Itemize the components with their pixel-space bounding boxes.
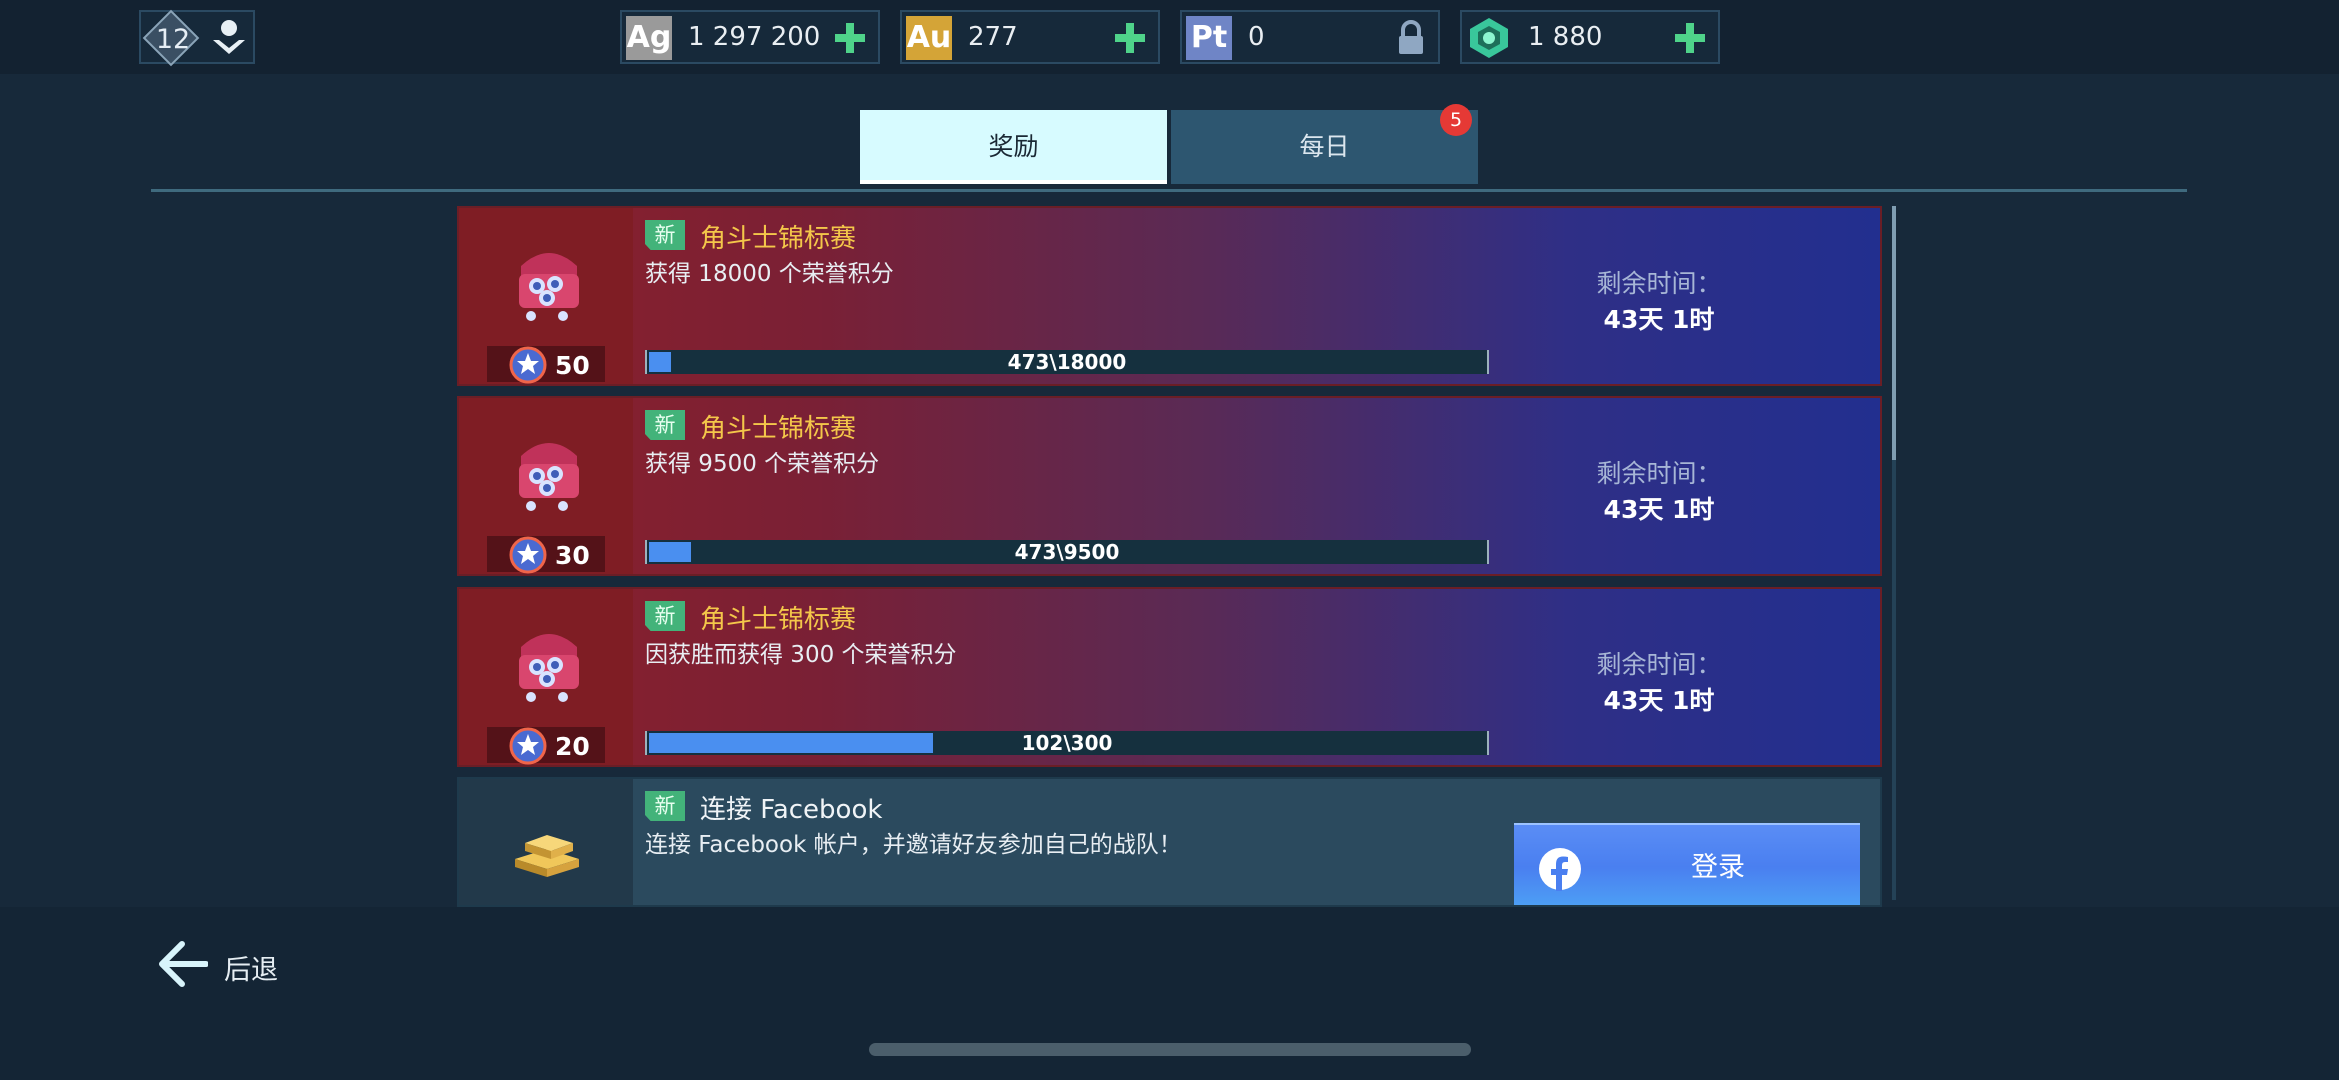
platinum-amount: 0 — [1248, 22, 1265, 52]
time-remaining-label: 剩余时间： — [1596, 650, 1722, 679]
player-level-panel[interactable]: 12 — [139, 9, 255, 67]
new-tag: 新 — [645, 601, 685, 631]
treasure-chest-icon — [519, 443, 579, 511]
progress-text: 473\9500 — [1014, 540, 1120, 564]
quest-description: 获得 18000 个荣誉积分 — [645, 261, 894, 287]
facebook-reward-panel — [459, 779, 633, 905]
time-remaining-value: 43天 1时 — [1603, 686, 1715, 715]
treasure-chest-icon — [519, 634, 579, 702]
quest-card: 30 新 角斗士锦标赛 获得 9500 个荣誉积分 473\9500 剩余时间：… — [457, 396, 1882, 576]
profile-download-icon — [213, 20, 245, 54]
notification-badge: 5 — [1440, 104, 1472, 136]
reward-amount: 20 — [555, 732, 590, 761]
add-gold-button[interactable] — [1112, 20, 1148, 56]
time-remaining-value: 43天 1时 — [1603, 305, 1715, 334]
honor-star-icon — [509, 536, 547, 574]
facebook-icon — [1539, 848, 1581, 891]
facebook-login-button[interactable]: 登录 — [1514, 823, 1860, 905]
scroll-thumb[interactable] — [1892, 206, 1896, 460]
gold-bars-icon — [515, 835, 579, 877]
currency-silver: Ag 1 297 200 — [620, 10, 880, 64]
facebook-title: 连接 Facebook — [700, 795, 883, 825]
quest-title: 角斗士锦标赛 — [700, 414, 857, 444]
tab-divider — [151, 189, 2187, 192]
add-gems-button[interactable] — [1672, 20, 1708, 56]
platinum-icon: Pt — [1186, 16, 1232, 60]
progress-bar: 102\300 — [645, 731, 1489, 755]
scrollbar[interactable] — [1892, 206, 1896, 900]
quest-description: 因获胜而获得 300 个荣誉积分 — [645, 642, 957, 668]
quest-card: 20 新 角斗士锦标赛 因获胜而获得 300 个荣誉积分 102\300 剩余时… — [457, 587, 1882, 767]
top-bar: 12 Ag 1 297 200 Au 277 Pt 0 1 880 — [0, 0, 2339, 74]
reward-amount: 30 — [555, 541, 590, 570]
quest-reward-panel: 50 — [459, 208, 633, 384]
silver-amount: 1 297 200 — [688, 22, 821, 52]
progress-bar: 473\18000 — [645, 350, 1489, 374]
new-tag: 新 — [645, 220, 685, 250]
gem-amount: 1 880 — [1528, 22, 1603, 52]
reward-amount: 50 — [555, 351, 590, 380]
lock-icon — [1399, 20, 1423, 54]
honor-star-icon — [509, 346, 547, 384]
back-button[interactable]: 后退 — [156, 940, 316, 990]
currency-gems: 1 880 — [1460, 10, 1720, 64]
tab-daily-label: 每日 — [1299, 132, 1350, 161]
progress-bar: 473\9500 — [645, 540, 1489, 564]
quest-description: 获得 9500 个荣誉积分 — [645, 451, 880, 477]
currency-gold: Au 277 — [900, 10, 1160, 64]
time-remaining-label: 剩余时间： — [1596, 459, 1722, 488]
facebook-connect-card: 新 连接 Facebook 连接 Facebook 帐户，并邀请好友参加自己的战… — [457, 777, 1882, 907]
quest-card: 50 新 角斗士锦标赛 获得 18000 个荣誉积分 473\18000 剩余时… — [457, 206, 1882, 386]
quest-title: 角斗士锦标赛 — [700, 605, 857, 635]
arrow-left-icon — [159, 941, 208, 987]
new-tag: 新 — [645, 410, 685, 440]
gold-icon: Au — [906, 16, 952, 60]
add-silver-button[interactable] — [832, 20, 868, 56]
progress-text: 473\18000 — [1007, 350, 1127, 374]
quest-reward-panel: 20 — [459, 589, 633, 765]
new-tag: 新 — [645, 791, 685, 821]
home-indicator[interactable] — [869, 1043, 1471, 1056]
time-remaining-label: 剩余时间： — [1596, 269, 1722, 298]
quest-reward-panel: 30 — [459, 398, 633, 574]
quest-title: 角斗士锦标赛 — [700, 224, 857, 254]
honor-star-icon — [509, 727, 547, 765]
gold-amount: 277 — [968, 22, 1018, 52]
treasure-chest-icon — [519, 253, 579, 321]
tab-daily[interactable]: 每日 5 — [1171, 104, 1478, 184]
silver-icon: Ag — [626, 16, 672, 60]
player-level: 12 — [155, 24, 191, 55]
tab-rewards[interactable]: 奖励 — [860, 110, 1167, 184]
time-remaining-value: 43天 1时 — [1603, 495, 1715, 524]
login-label: 登录 — [1691, 852, 1745, 883]
facebook-description: 连接 Facebook 帐户，并邀请好友参加自己的战队！ — [645, 832, 1182, 858]
progress-text: 102\300 — [1021, 731, 1113, 755]
back-label: 后退 — [224, 955, 278, 986]
currency-platinum: Pt 0 — [1180, 10, 1440, 64]
gem-icon — [1470, 18, 1508, 58]
